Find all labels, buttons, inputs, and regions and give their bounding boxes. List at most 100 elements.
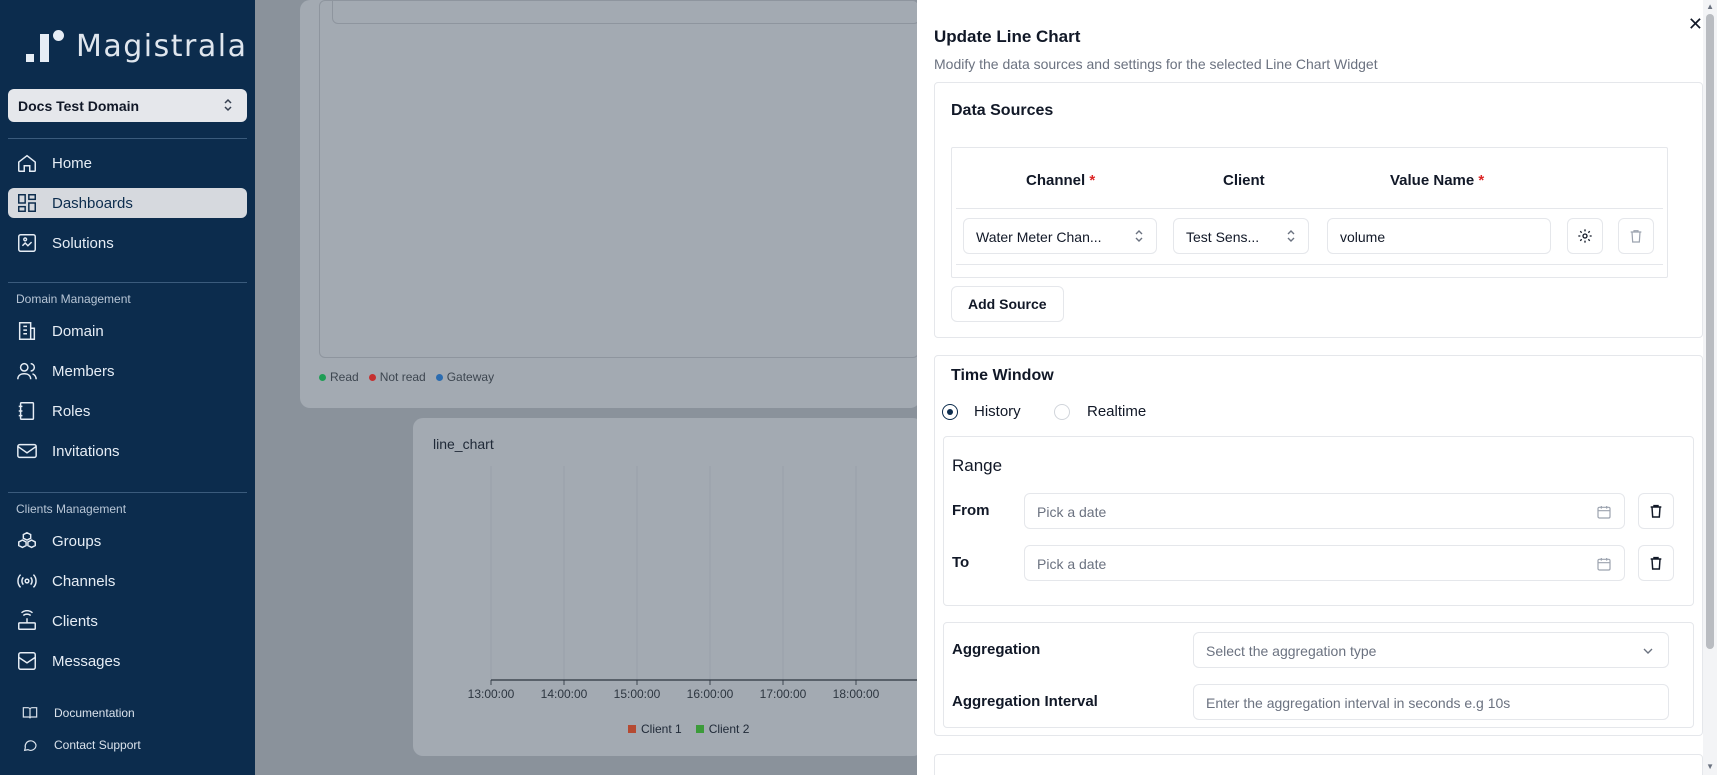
clear-from-date-button[interactable] [1638,493,1674,529]
clear-to-date-button[interactable] [1638,545,1674,581]
sidebar-item-solutions[interactable]: Solutions [8,228,247,258]
client-select-value: Test Sens... [1186,229,1260,245]
sidebar-item-label: Invitations [52,442,120,460]
channel-select[interactable]: Water Meter Chan... [963,218,1157,254]
value-name-input[interactable]: volume [1327,218,1551,254]
chat-icon [23,740,37,752]
sidebar-item-label: Roles [52,402,91,420]
close-icon[interactable]: ✕ [1688,14,1703,35]
x-tick-label: 17:00:00 [760,687,807,701]
scroll-up-arrow[interactable]: ▲ [1706,2,1714,11]
trash-icon [1630,230,1642,243]
sidebar-item-groups[interactable]: Groups [8,526,247,556]
trash-icon [1650,504,1662,518]
column-header-client: Client [1223,172,1265,189]
documentation-label: Documentation [54,706,135,720]
home-icon [18,154,36,172]
column-header-channel: Channel * [1026,172,1096,189]
sheet-title: Update Line Chart [934,27,1081,46]
source-settings-button[interactable] [1567,218,1603,254]
update-line-chart-sheet: ✕ Update Line Chart Modify the data sour… [917,0,1717,775]
sheet-description: Modify the data sources and settings for… [934,56,1378,72]
x-tick-label: 14:00:00 [541,687,588,701]
delete-source-button[interactable] [1618,218,1654,254]
history-label: History [974,403,1021,420]
x-tick-label: 16:00:00 [687,687,734,701]
from-label: From [952,502,990,519]
sidebar-item-channels[interactable]: Channels [8,566,247,596]
sheet-scrollbar[interactable]: ▲ ▼ [1703,0,1717,775]
documentation-link[interactable]: Documentation [22,705,135,721]
history-radio[interactable] [942,404,958,420]
solutions-icon [18,234,36,252]
sidebar-item-label: Members [52,362,115,380]
logo-icon [24,28,64,64]
client-select[interactable]: Test Sens... [1173,218,1309,254]
to-date-placeholder: Pick a date [1037,556,1107,572]
sidebar-item-home[interactable]: Home [8,148,247,178]
sidebar-item-label: Clients [52,612,98,630]
table-row-divider [956,264,1663,265]
data-sources-table: Channel * Client Value Name * [951,147,1668,278]
docs-icon [22,707,38,719]
realtime-radio[interactable] [1054,404,1070,420]
from-date-placeholder: Pick a date [1037,504,1107,520]
contact-support-label: Contact Support [54,738,141,752]
x-tick-label: 13:00:00 [468,687,515,701]
legend-item-not-read: Not read [368,370,426,384]
value-name-value: volume [1340,229,1386,245]
mail-icon [17,443,37,459]
time-window-title: Time Window [951,367,1054,384]
contact-support-link[interactable]: Contact Support [22,737,141,753]
scrollbar-thumb[interactable] [1706,14,1714,649]
dashboard-icon [18,194,36,212]
sidebar-item-label: Messages [52,652,121,670]
aggregation-select[interactable]: Select the aggregation type [1193,632,1669,668]
sidebar-item-label: Home [52,154,93,172]
sidebar-item-roles[interactable]: Roles [8,396,247,426]
domain-select[interactable]: Docs Test Domain [8,89,247,122]
sidebar-item-clients[interactable]: Clients [8,606,247,636]
aggregation-interval-input[interactable]: Enter the aggregation interval in second… [1193,684,1669,720]
users-icon [17,362,37,380]
trash-icon [1650,556,1662,570]
sidebar-item-members[interactable]: Members [8,356,247,386]
sidebar-item-label: Dashboards [52,194,133,212]
chevron-down-icon [1643,648,1653,654]
sidebar-divider [8,492,247,493]
domain-select-value: Docs Test Domain [18,98,140,114]
sidebar-item-invitations[interactable]: Invitations [8,436,247,466]
x-tick-label: 15:00:00 [614,687,661,701]
aggregation-placeholder: Select the aggregation type [1206,643,1377,659]
brand[interactable]: Magistrala [24,28,247,64]
scroll-down-arrow[interactable]: ▼ [1706,762,1714,771]
sidebar-item-dashboards[interactable]: Dashboards [8,188,247,218]
building-icon [18,322,36,340]
aggregation-interval-placeholder: Enter the aggregation interval in second… [1206,695,1511,711]
aggregation-interval-label: Aggregation Interval [952,693,1098,710]
widget-card-strip [332,0,920,24]
legend-item-client-2: Client 2 [695,722,749,736]
radio-icon [17,574,37,588]
from-date-input[interactable]: Pick a date [1024,493,1625,529]
sidebar-divider [8,138,247,139]
sidebar-divider [8,282,247,283]
line-chart-legend: Client 1 Client 2 [628,722,749,736]
aggregation-label: Aggregation [952,641,1041,658]
data-sources-title: Data Sources [951,102,1054,119]
line-chart-title: line_chart [433,436,494,452]
sidebar-item-messages[interactable]: Messages [8,646,247,676]
to-date-input[interactable]: Pick a date [1024,545,1625,581]
channel-select-value: Water Meter Chan... [976,229,1102,245]
calendar-icon [1597,558,1611,571]
sidebar: Magistrala Docs Test Domain Home Dashboa… [0,0,255,775]
table-row-divider [956,208,1663,209]
to-label: To [952,554,970,571]
book-icon [18,402,35,420]
widget-card-inner [319,0,919,358]
sidebar-item-domain[interactable]: Domain [8,316,247,346]
brand-name: Magistrala [76,28,248,64]
top-widget-legend: Read Not read Gateway [319,370,494,384]
section-label-clients-management: Clients Management [16,502,127,516]
add-source-button[interactable]: Add Source [951,286,1064,322]
